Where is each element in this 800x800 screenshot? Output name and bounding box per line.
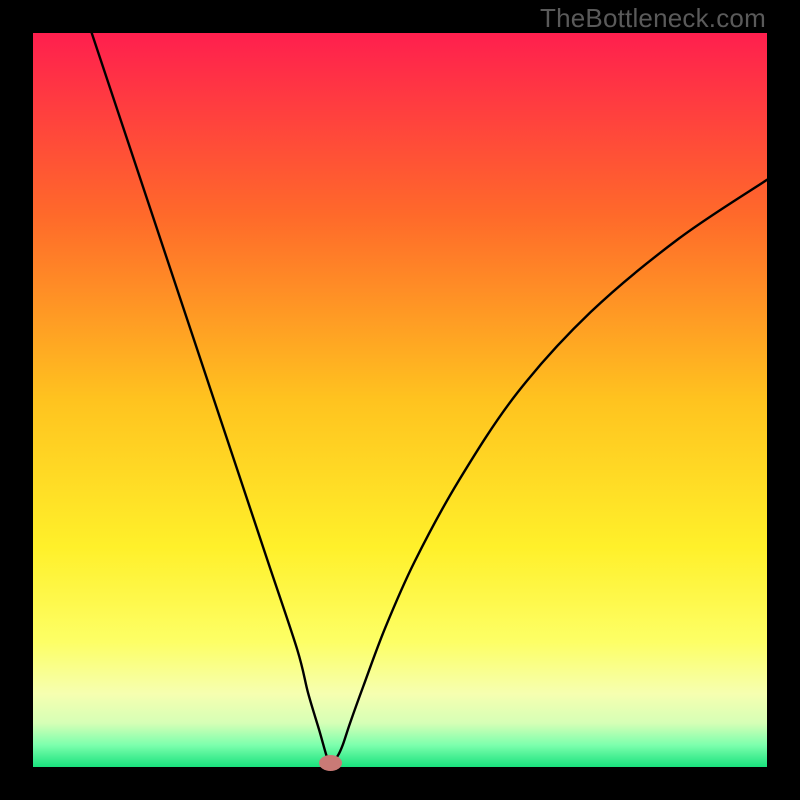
chart-frame: TheBottleneck.com — [0, 0, 800, 800]
watermark-text: TheBottleneck.com — [540, 3, 766, 34]
optimum-marker — [319, 755, 342, 771]
bottleneck-curve — [33, 33, 767, 767]
plot-area — [33, 33, 767, 767]
